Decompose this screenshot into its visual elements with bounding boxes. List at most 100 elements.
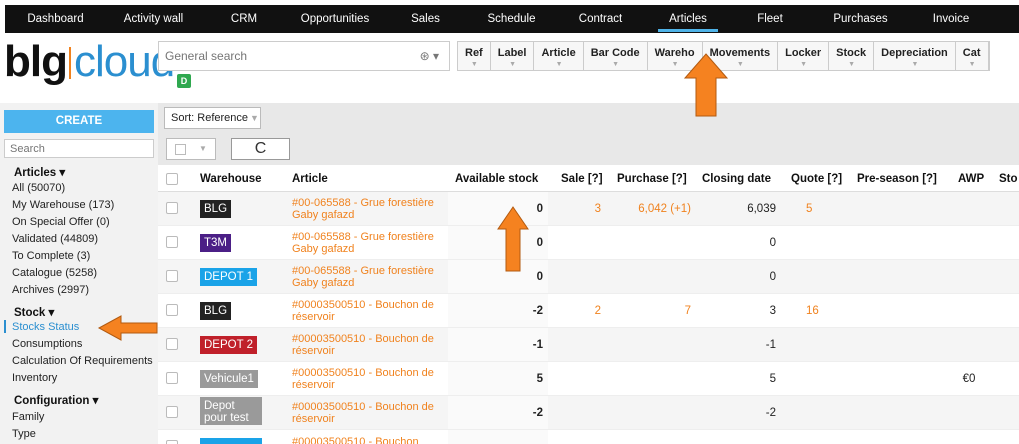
row-checkbox[interactable] xyxy=(166,338,178,350)
col-header-stock-more[interactable]: Sto xyxy=(999,173,1018,185)
col-header-purchase[interactable]: Purchase [?] xyxy=(617,173,687,185)
sidebar: CREATE Articles ▾ All (50070) My Warehou… xyxy=(0,103,158,444)
row-checkbox[interactable] xyxy=(166,406,178,418)
warehouse-badge: Vehicule1 xyxy=(200,370,258,388)
section-stock-header[interactable]: Stock ▾ xyxy=(14,305,54,319)
nav-articles[interactable]: Articles xyxy=(646,5,730,33)
sidebar-item-validated[interactable]: Validated (44809) xyxy=(12,233,98,245)
table-row[interactable]: BLG #00-065588 - Grue forestière Gaby ga… xyxy=(158,192,1019,226)
purchase-value[interactable]: 7 xyxy=(608,294,691,328)
quote-value[interactable]: 16 xyxy=(788,294,840,328)
nav-schedule[interactable]: Schedule xyxy=(468,5,555,33)
col-header-available[interactable]: Available stock xyxy=(455,173,538,185)
row-checkbox[interactable] xyxy=(166,372,178,384)
nav-invoice[interactable]: Invoice xyxy=(911,5,991,33)
table-row[interactable]: #00003500510 - Bouchon xyxy=(158,430,1019,444)
table-row[interactable]: Depot pour test #00003500510 - Bouchon d… xyxy=(158,396,1019,430)
filter-label[interactable]: Label ▼ xyxy=(491,42,535,70)
row-checkbox[interactable] xyxy=(166,236,178,248)
filter-bar-code[interactable]: Bar Code ▼ xyxy=(584,42,648,70)
logo-separator xyxy=(68,47,71,79)
col-header-sale[interactable]: Sale [?] xyxy=(561,173,603,185)
sidebar-item-archives[interactable]: Archives (2997) xyxy=(12,284,89,296)
filter-article[interactable]: Article ▼ xyxy=(534,42,584,70)
col-header-preseason[interactable]: Pre-season [?] xyxy=(857,173,937,185)
nav-sales[interactable]: Sales xyxy=(383,5,468,33)
col-header-warehouse[interactable]: Warehouse xyxy=(200,173,262,185)
table-row[interactable]: T3M #00-065588 - Grue forestière Gaby ga… xyxy=(158,226,1019,260)
nav-opportunities[interactable]: Opportunities xyxy=(287,5,383,33)
col-header-awp[interactable]: AWP xyxy=(958,173,984,185)
sidebar-item-inventory[interactable]: Inventory xyxy=(12,372,57,384)
article-link[interactable]: #00003500510 - Bouchon de réservoir xyxy=(292,299,447,323)
nav-fleet[interactable]: Fleet xyxy=(730,5,810,33)
table-row[interactable]: DEPOT 2 #00003500510 - Bouchon de réserv… xyxy=(158,328,1019,362)
article-link[interactable]: #00003500510 - Bouchon de réservoir xyxy=(292,333,447,357)
general-search-input[interactable] xyxy=(165,49,395,63)
nav-activity-wall[interactable]: Activity wall xyxy=(106,5,201,33)
nav-crm[interactable]: CRM xyxy=(201,5,287,33)
nav-purchases[interactable]: Purchases xyxy=(810,5,911,33)
closing-value: 0 xyxy=(769,237,776,249)
refresh-button[interactable]: C xyxy=(231,138,290,160)
available-stock: 0 xyxy=(536,237,543,249)
row-checkbox[interactable] xyxy=(166,202,178,214)
col-header-closing[interactable]: Closing date xyxy=(702,173,771,185)
sidebar-item-calculation[interactable]: Calculation Of Requirements xyxy=(12,355,153,367)
sidebar-item-catalogue[interactable]: Catalogue (5258) xyxy=(12,267,97,279)
filter-depreciation[interactable]: Depreciation ▼ xyxy=(874,42,956,70)
table-row[interactable]: DEPOT 1 #00-065588 - Grue forestière Gab… xyxy=(158,260,1019,294)
sidebar-search-input[interactable] xyxy=(4,139,154,158)
filter-warehouse[interactable]: Wareho ▼ xyxy=(648,42,703,70)
table-row[interactable]: Vehicule1 #00003500510 - Bouchon de rése… xyxy=(158,362,1019,396)
sale-value[interactable]: 3 xyxy=(553,192,601,226)
filter-ref[interactable]: Ref ▼ xyxy=(458,42,491,70)
row-checkbox[interactable] xyxy=(166,270,178,282)
sidebar-item-stocks-status[interactable]: Stocks Status xyxy=(12,321,79,333)
available-stock: -2 xyxy=(532,407,543,419)
filter-cat[interactable]: Cat ▼ xyxy=(956,42,989,70)
sidebar-item-consumptions[interactable]: Consumptions xyxy=(12,338,82,350)
sidebar-item-all[interactable]: All (50070) xyxy=(12,182,65,194)
section-articles-header[interactable]: Articles ▾ xyxy=(14,165,65,179)
sidebar-item-family[interactable]: Family xyxy=(12,411,44,423)
d-badge[interactable]: D xyxy=(177,74,191,88)
row-checkbox[interactable] xyxy=(166,440,178,444)
table-header: Warehouse Article Available stock Sale [… xyxy=(158,165,1019,192)
available-stock: 5 xyxy=(536,373,543,385)
quote-value[interactable]: 5 xyxy=(788,192,840,226)
article-link[interactable]: #00003500510 - Bouchon de réservoir xyxy=(292,367,447,391)
sidebar-item-type[interactable]: Type xyxy=(12,428,36,440)
nav-dashboard[interactable]: Dashboard xyxy=(5,5,106,33)
nav-contract[interactable]: Contract xyxy=(555,5,646,33)
header-checkbox[interactable] xyxy=(166,173,178,185)
chevron-down-icon: ▼ xyxy=(800,61,808,68)
article-link[interactable]: #00003500510 - Bouchon de réservoir xyxy=(292,401,447,425)
chevron-down-icon: ▼ xyxy=(199,144,207,153)
table-row[interactable]: BLG #00003500510 - Bouchon de réservoir … xyxy=(158,294,1019,328)
sale-value[interactable]: 2 xyxy=(553,294,601,328)
sort-dropdown[interactable]: Sort: Reference ▼ xyxy=(164,107,261,129)
sidebar-item-special-offer[interactable]: On Special Offer (0) xyxy=(12,216,110,228)
sidebar-item-to-complete[interactable]: To Complete (3) xyxy=(12,250,90,262)
warehouse-badge: DEPOT 2 xyxy=(200,336,257,354)
create-button[interactable]: CREATE xyxy=(4,110,154,133)
stock-table: Warehouse Article Available stock Sale [… xyxy=(158,165,1019,444)
row-checkbox[interactable] xyxy=(166,304,178,316)
layers-dropdown-icon[interactable]: ⊛ ▾ xyxy=(420,49,439,63)
article-link[interactable]: #00-065588 - Grue forestière Gaby gafazd xyxy=(292,231,447,255)
article-link[interactable]: #00-065588 - Grue forestière Gaby gafazd xyxy=(292,197,447,221)
filter-locker[interactable]: Locker ▼ xyxy=(778,42,830,70)
col-header-article[interactable]: Article xyxy=(292,173,328,185)
section-configuration-header[interactable]: Configuration ▾ xyxy=(14,393,98,407)
col-header-quote[interactable]: Quote [?] xyxy=(791,173,842,185)
article-link[interactable]: #00003500510 - Bouchon xyxy=(292,436,447,444)
select-all-dropdown[interactable]: ▼ xyxy=(166,138,216,160)
blg-cloud-logo[interactable]: blg cloud xyxy=(4,40,175,84)
sidebar-item-my-warehouse[interactable]: My Warehouse (173) xyxy=(12,199,114,211)
filter-stock[interactable]: Stock ▼ xyxy=(829,42,875,70)
refresh-icon: C xyxy=(254,140,267,157)
filter-movements[interactable]: Movements ▼ xyxy=(703,42,779,70)
article-link[interactable]: #00-065588 - Grue forestière Gaby gafazd xyxy=(292,265,447,289)
purchase-value[interactable]: 6,042 (+1) xyxy=(608,192,691,226)
